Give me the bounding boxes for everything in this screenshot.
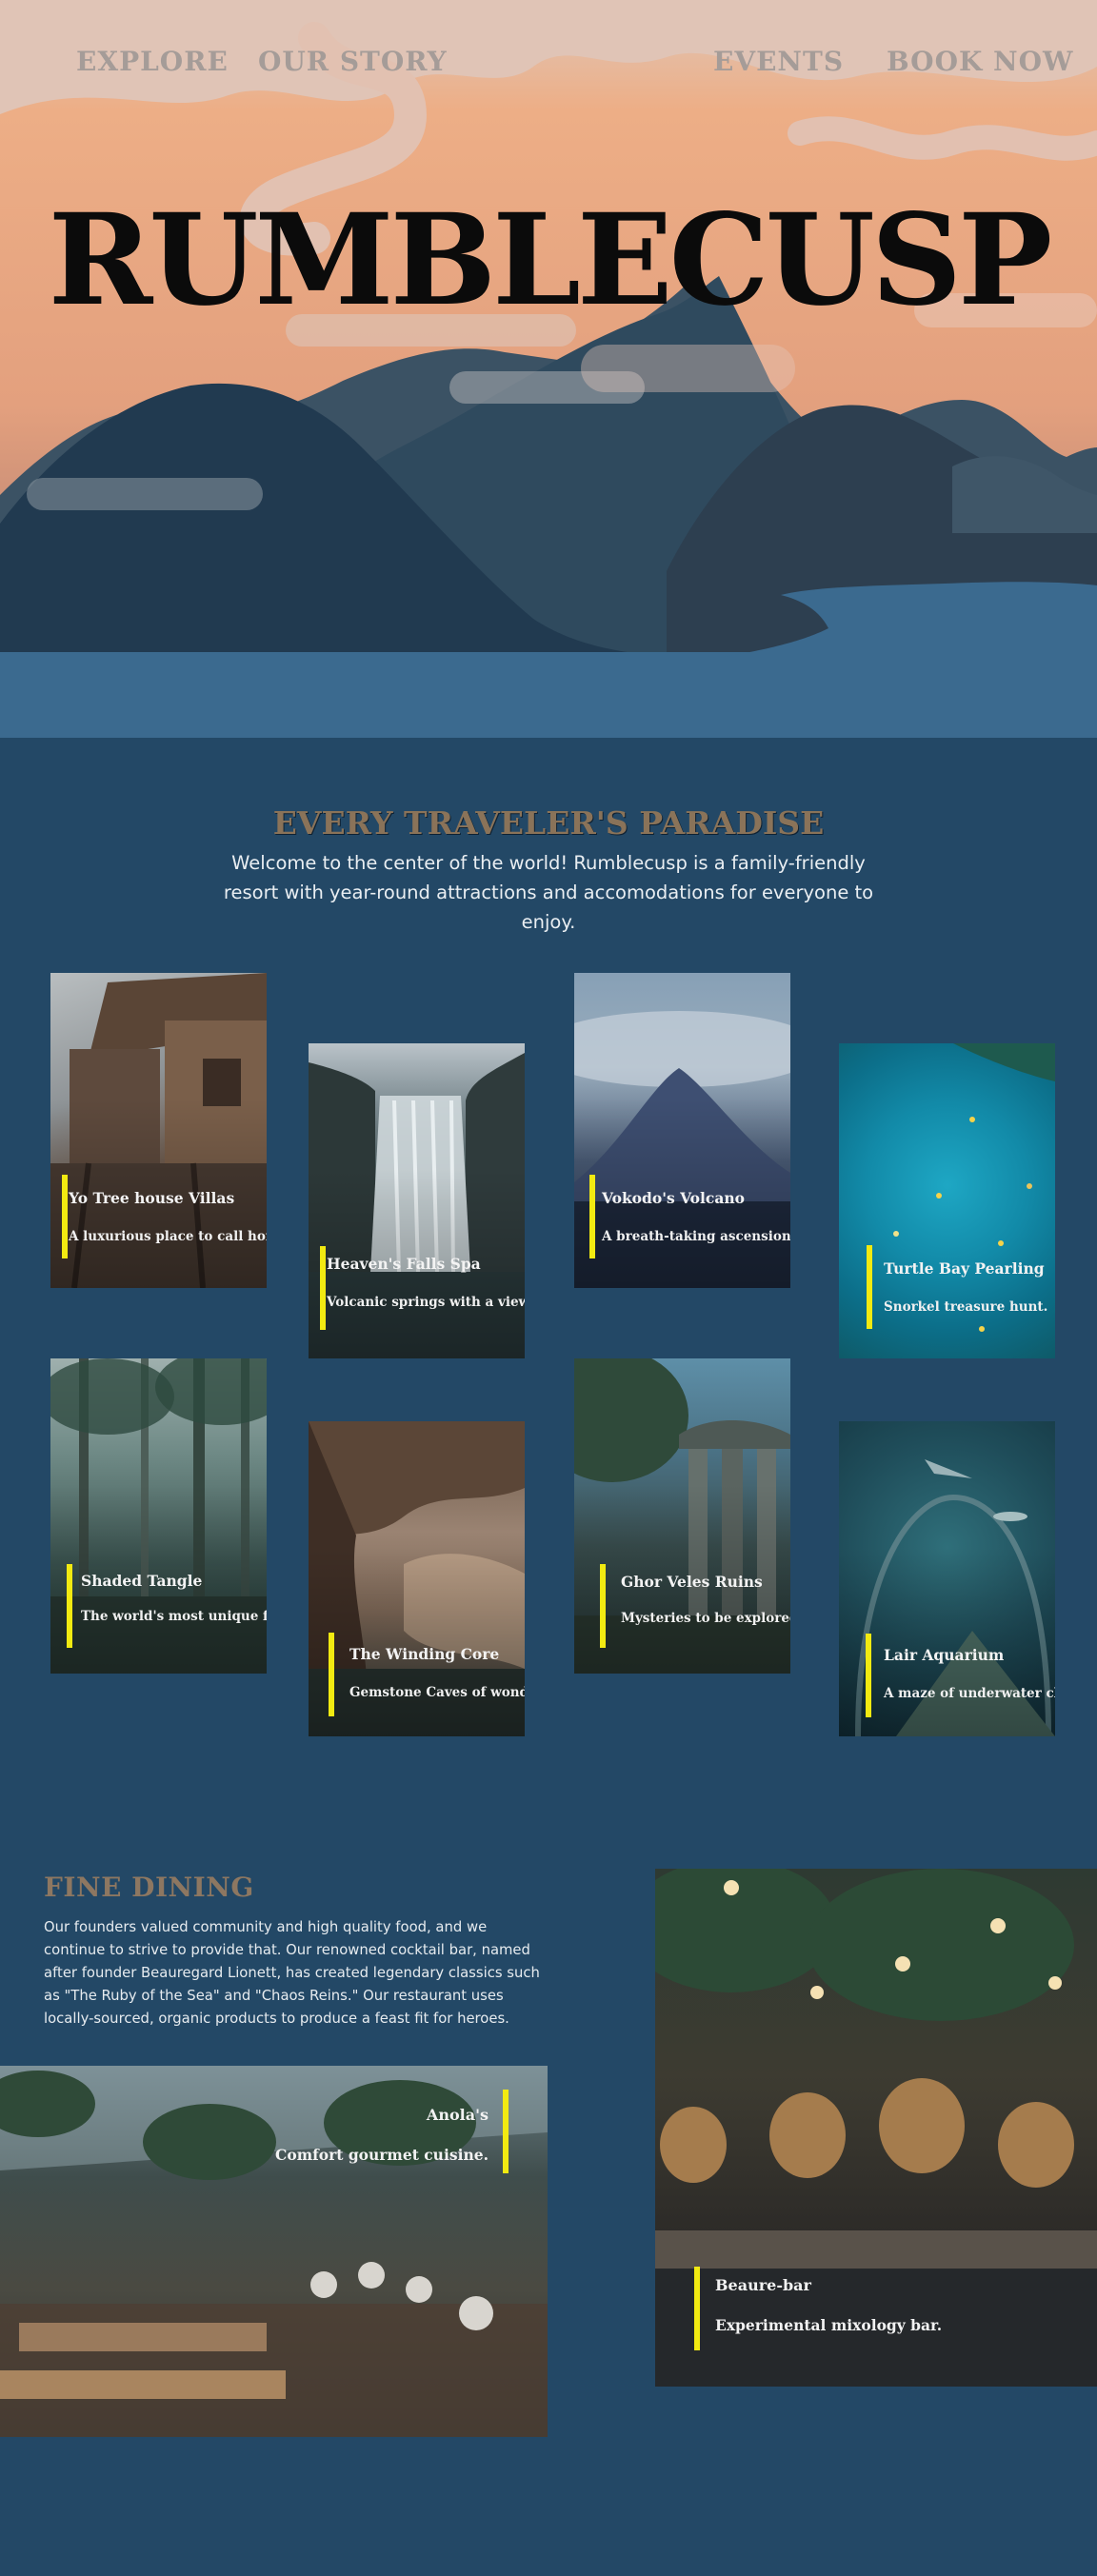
intro-text: Welcome to the center of the world! Rumb…	[223, 852, 874, 933]
card-subtitle: Snorkel treasure hunt.	[884, 1299, 1048, 1315]
card-subtitle: Volcanic springs with a view.	[327, 1295, 525, 1310]
card-title: Turtle Bay Pearling	[884, 1259, 1045, 1278]
restaurant-card-anolas[interactable]: Anola's Comfort gourmet cuisine.	[0, 2066, 548, 2437]
dining-description: Our founders valued community and high q…	[44, 1919, 540, 2027]
bar-card-beaure-bar[interactable]: Beaure-bar Experimental mixology bar.	[655, 1869, 1097, 2387]
card-subtitle: A breath-taking ascension.	[602, 1229, 790, 1244]
card-title: Ghor Veles Ruins	[621, 1573, 763, 1591]
restaurant-title: Anola's	[426, 2106, 489, 2124]
card-subtitle: The world's most unique forest.	[81, 1609, 267, 1624]
attraction-card-cave[interactable]: The Winding Core Gemstone Caves of wonde…	[309, 1421, 525, 1736]
attraction-card-forest[interactable]: Shaded Tangle The world's most unique fo…	[50, 1358, 267, 1674]
attraction-card-ruins[interactable]: Ghor Veles Ruins Mysteries to be explore…	[574, 1358, 790, 1674]
section-heading: EVERY TRAVELER'S PARADISE	[272, 804, 825, 842]
accent-bar	[503, 2090, 509, 2173]
card-title: The Winding Core	[349, 1645, 500, 1663]
accent-bar	[67, 1564, 72, 1648]
hero-banner: EXPLORE OUR STORY EVENTS BOOK NOW RUMBLE…	[0, 0, 1097, 738]
attraction-card-treehouse[interactable]: Yo Tree house Villas A luxurious place t…	[50, 973, 267, 1288]
accent-bar	[867, 1245, 872, 1329]
card-title: Vokodo's Volcano	[602, 1189, 745, 1207]
card-title: Yo Tree house Villas	[69, 1189, 235, 1207]
attraction-card-turtle-bay[interactable]: Turtle Bay Pearling Snorkel treasure hun…	[839, 1043, 1055, 1358]
accent-bar	[589, 1175, 595, 1258]
accent-bar	[329, 1633, 334, 1716]
hero-landscape-illustration	[0, 0, 1097, 738]
card-title: Lair Aquarium	[884, 1646, 1005, 1664]
card-subtitle: Mysteries to be explored.	[621, 1611, 790, 1626]
restaurant-subtitle: Comfort gourmet cuisine.	[275, 2146, 489, 2164]
accent-bar	[62, 1175, 68, 1258]
nav-explore[interactable]: EXPLORE	[76, 46, 229, 77]
card-subtitle: A maze of underwater chambers.	[884, 1686, 1055, 1701]
accent-bar	[320, 1246, 326, 1330]
nav-book-now[interactable]: BOOK NOW	[887, 46, 1073, 77]
bar-photo	[655, 1869, 1097, 2387]
bar-subtitle: Experimental mixology bar.	[715, 2316, 943, 2334]
card-title: Shaded Tangle	[81, 1572, 203, 1590]
attraction-card-aquarium[interactable]: Lair Aquarium A maze of underwater chamb…	[839, 1421, 1055, 1736]
card-title: Heaven's Falls Spa	[327, 1255, 481, 1273]
bar-title: Beaure-bar	[715, 2276, 811, 2294]
accent-bar	[600, 1564, 606, 1648]
accent-bar	[866, 1634, 871, 1717]
attraction-card-waterfall[interactable]: Heaven's Falls Spa Volcanic springs with…	[309, 1043, 525, 1358]
nav-events[interactable]: EVENTS	[713, 46, 844, 77]
site-title: RUMBLECUSP	[48, 187, 1053, 334]
accent-bar	[694, 2267, 700, 2350]
dining-heading: FINE DINING	[44, 1872, 254, 1903]
card-subtitle: Gemstone Caves of wonder.	[349, 1685, 525, 1700]
nav-our-story[interactable]: OUR STORY	[258, 46, 448, 77]
attraction-card-volcano[interactable]: Vokodo's Volcano A breath-taking ascensi…	[574, 973, 790, 1288]
card-subtitle: A luxurious place to call home.	[69, 1229, 267, 1244]
